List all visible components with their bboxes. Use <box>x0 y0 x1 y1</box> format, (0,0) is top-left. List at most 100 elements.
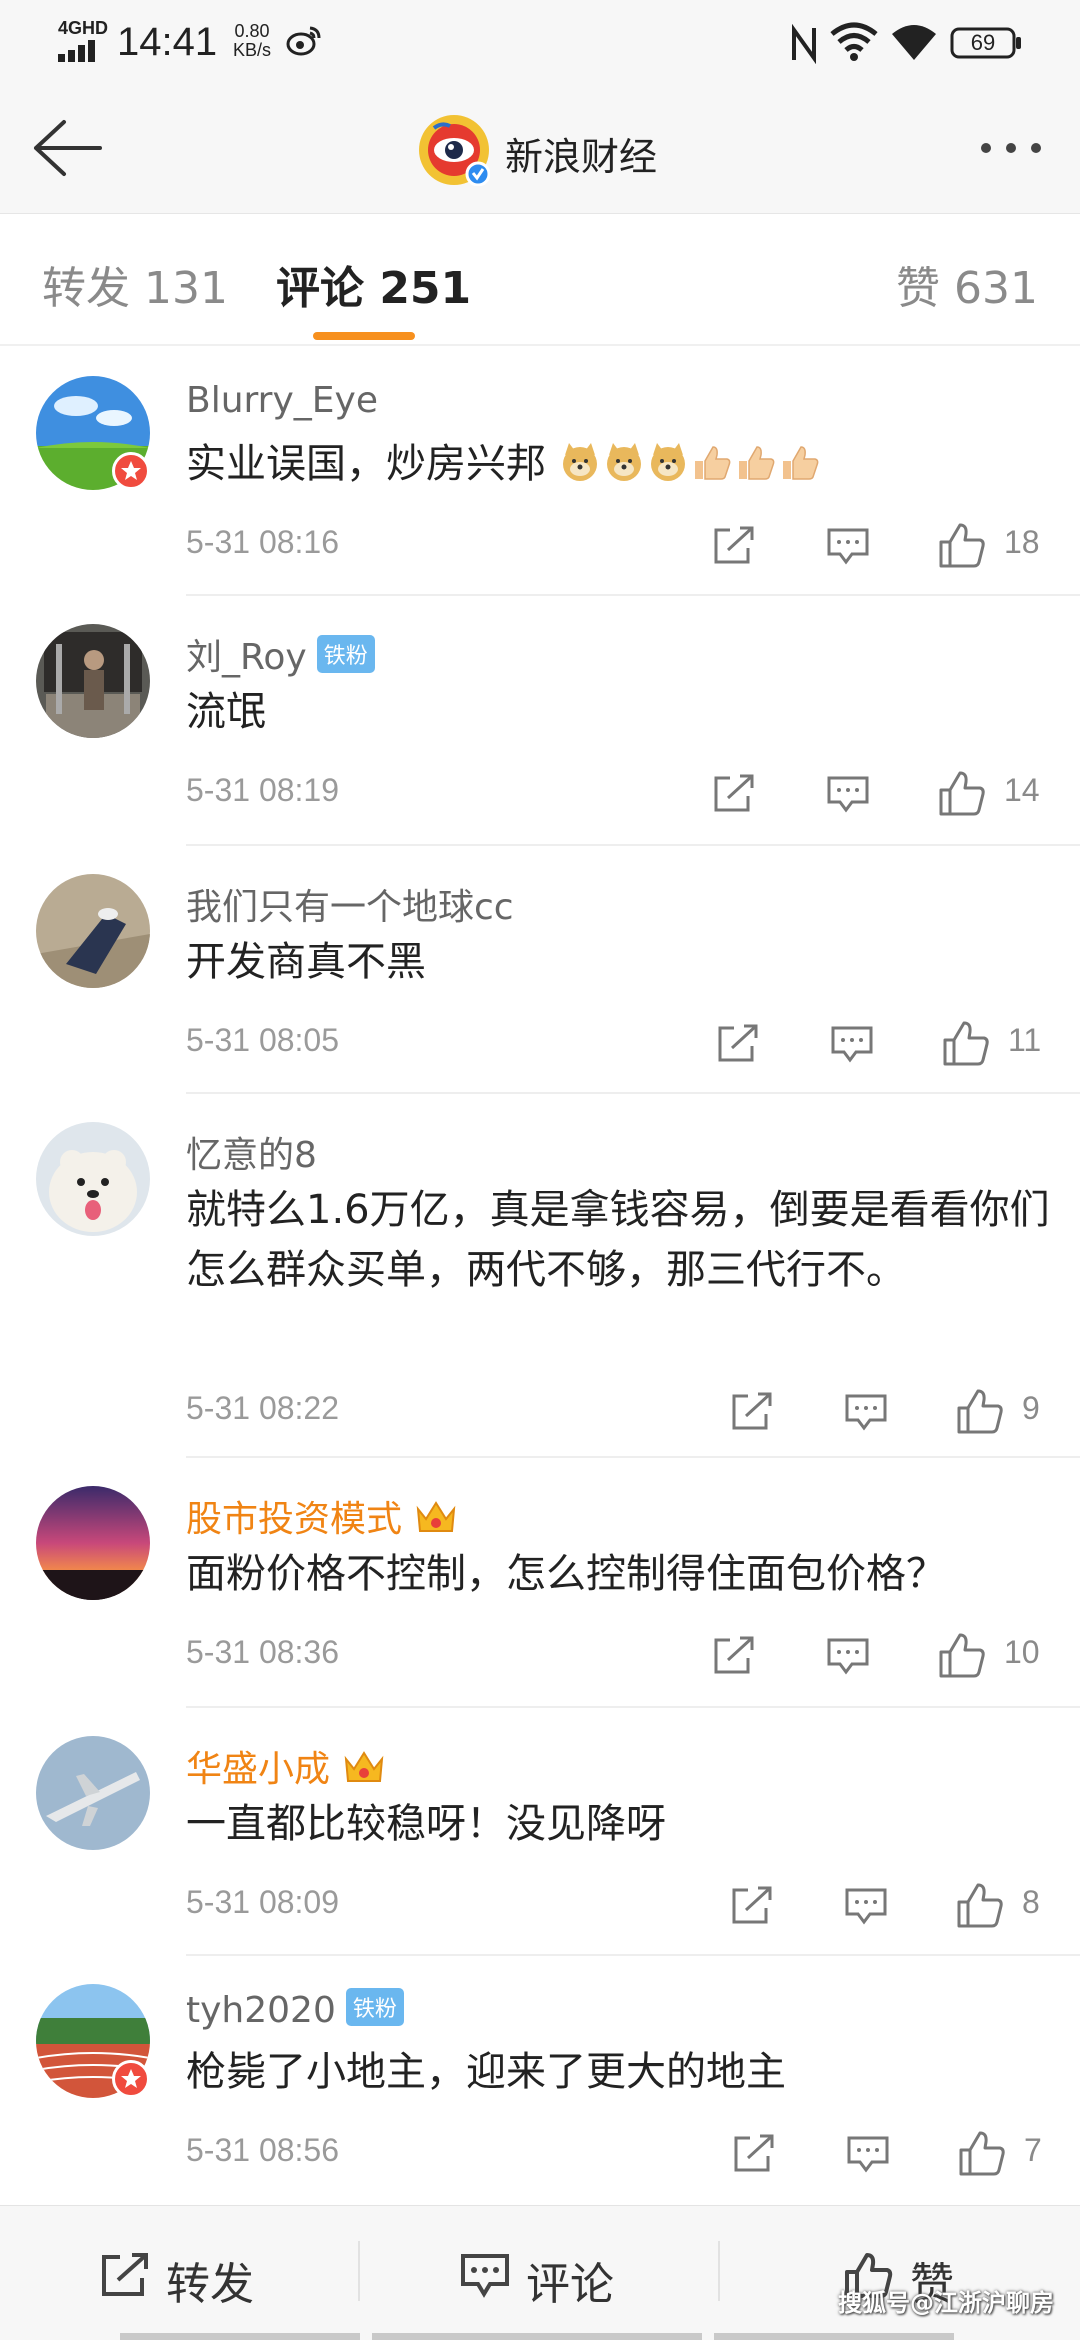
like-count: 14 <box>1004 772 1040 808</box>
comment-item: 我们只有一个地球cc 开发商真不黑 5-31 08:05 11 <box>0 846 1080 1094</box>
back-arrow-icon[interactable] <box>28 116 104 180</box>
status-bar: 4GHD 14:41 0.80 KB/s 69 <box>0 0 1080 86</box>
thumbs-up-emoji-icon <box>694 446 731 480</box>
nfc-icon <box>792 24 816 64</box>
like-icon[interactable] <box>938 770 986 816</box>
comment-username[interactable]: Blurry_Eye <box>186 380 378 421</box>
username-label[interactable]: 股市投资模式 <box>186 1499 402 1540</box>
like-count: 10 <box>1004 1634 1040 1670</box>
reply-icon[interactable] <box>826 1636 870 1676</box>
comment-text-content: 实业误国，炒房兴邦 <box>186 441 546 487</box>
like-icon[interactable] <box>942 1020 990 1066</box>
nav-gesture-bar <box>120 2333 360 2340</box>
comment-time: 5-31 08:05 <box>186 1022 340 1058</box>
doge-emoji-icon <box>562 443 597 481</box>
reply-icon[interactable] <box>826 526 870 566</box>
weibo-icon <box>286 26 321 56</box>
comment-button[interactable]: 评论 <box>526 2248 614 2312</box>
repost-icon[interactable] <box>712 526 756 566</box>
verified-badge <box>112 452 150 490</box>
comment-time: 5-31 08:56 <box>186 2132 340 2168</box>
like-count: 11 <box>1008 1022 1042 1058</box>
comment-item: 股市投资模式 面粉价格不控制，怎么控制得住面包价格？ 5-31 08:36 10 <box>0 1458 1080 1708</box>
doge-emoji-icon <box>606 443 641 481</box>
like-count: 18 <box>1004 524 1040 560</box>
reply-icon[interactable] <box>846 2134 890 2174</box>
doge-emoji-icon <box>650 443 685 481</box>
tab-like[interactable]: 赞 631 <box>896 252 1038 316</box>
repost-icon[interactable] <box>100 2252 150 2298</box>
avatar[interactable] <box>36 1122 150 1236</box>
comment-icon[interactable] <box>460 2252 510 2298</box>
crown-icon <box>416 1501 456 1532</box>
comment-username: tyh2020 铁粉 <box>186 1988 404 2031</box>
avatar[interactable] <box>36 874 150 988</box>
clock: 14:41 <box>117 20 218 64</box>
repost-icon[interactable] <box>712 774 756 814</box>
comment-username: 华盛小成 <box>186 1740 386 1792</box>
nav-bar: 新浪财经 <box>0 86 1080 214</box>
nav-gesture-bar <box>372 2333 702 2340</box>
comment-text: 实业误国，炒房兴邦 <box>186 434 1056 494</box>
like-icon[interactable] <box>956 1388 1004 1434</box>
repost-button[interactable]: 转发 <box>166 2248 254 2312</box>
like-icon[interactable] <box>958 2130 1006 2176</box>
comment-text: 面粉价格不控制，怎么控制得住面包价格？ <box>186 1551 946 1597</box>
wifi-signal-icon <box>830 22 878 61</box>
comment-item: 刘_Roy 铁粉 流氓 5-31 08:19 14 <box>0 596 1080 846</box>
account-name[interactable]: 新浪财经 <box>505 126 657 181</box>
like-count: 8 <box>1022 1884 1040 1920</box>
crown-icon <box>344 1751 384 1782</box>
fan-badge: 铁粉 <box>316 635 375 673</box>
separator <box>718 2241 720 2301</box>
comment-time: 5-31 08:16 <box>186 524 340 560</box>
tab-repost[interactable]: 转发 131 <box>42 252 228 316</box>
username-label[interactable]: tyh2020 <box>186 1990 336 2031</box>
comment-text: 就特么1.6万亿，真是拿钱容易，倒要是看看你们怎么群众买单，两代不够，那三代行不… <box>186 1187 1050 1293</box>
reply-icon[interactable] <box>844 1886 888 1926</box>
repost-icon[interactable] <box>712 1636 756 1676</box>
avatar[interactable] <box>36 624 150 738</box>
fan-badge: 铁粉 <box>345 1988 404 2026</box>
like-icon[interactable] <box>938 1632 986 1678</box>
repost-icon[interactable] <box>716 1024 760 1064</box>
reply-icon[interactable] <box>830 1024 874 1064</box>
repost-icon[interactable] <box>732 2134 776 2174</box>
like-icon[interactable] <box>956 1882 1004 1928</box>
tab-comment[interactable]: 评论 251 <box>276 252 471 316</box>
reply-icon[interactable] <box>826 774 870 814</box>
thumbs-up-emoji-icon <box>782 446 819 480</box>
separator <box>358 2241 360 2301</box>
username-label[interactable]: 刘_Roy <box>186 637 307 678</box>
like-icon[interactable] <box>938 522 986 568</box>
comment-text: 开发商真不黑 <box>186 939 426 985</box>
signal-icon <box>58 40 95 62</box>
network-type: 4GHD <box>58 18 109 38</box>
repost-icon[interactable] <box>730 1886 774 1926</box>
comment-item: 华盛小成 一直都比较稳呀！没见降呀 5-31 08:09 8 <box>0 1708 1080 1956</box>
comment-username[interactable]: 我们只有一个地球cc <box>186 878 514 930</box>
more-options-icon[interactable] <box>976 136 1046 160</box>
verified-badge <box>112 2060 150 2098</box>
watermark: 搜狐号@江浙沪聊房 <box>838 2289 1054 2317</box>
wifi-icon <box>892 25 936 60</box>
reply-icon[interactable] <box>844 1392 888 1432</box>
battery-level: 69 <box>970 30 996 55</box>
repost-icon[interactable] <box>730 1392 774 1432</box>
comment-username: 股市投资模式 <box>186 1490 458 1542</box>
comment-time: 5-31 08:09 <box>186 1884 340 1920</box>
speed-value: 0.80 <box>234 21 270 41</box>
thumbs-up-emoji-icon <box>738 446 775 480</box>
comment-time: 5-31 08:19 <box>186 772 340 808</box>
like-count: 9 <box>1022 1390 1040 1426</box>
account-avatar[interactable] <box>418 114 490 186</box>
speed-unit: KB/s <box>232 40 271 60</box>
avatar[interactable] <box>36 1736 150 1850</box>
active-tab-indicator <box>313 332 415 340</box>
comment-username[interactable]: 忆意的8 <box>186 1126 317 1178</box>
avatar[interactable] <box>36 1486 150 1600</box>
nav-gesture-bar <box>714 2333 954 2340</box>
comment-item: Blurry_Eye 实业误国，炒房兴邦 5-31 08:16 18 <box>0 348 1080 596</box>
username-label[interactable]: 华盛小成 <box>186 1749 330 1790</box>
comment-item: 忆意的8 就特么1.6万亿，真是拿钱容易，倒要是看看你们怎么群众买单，两代不够，… <box>0 1094 1080 1458</box>
